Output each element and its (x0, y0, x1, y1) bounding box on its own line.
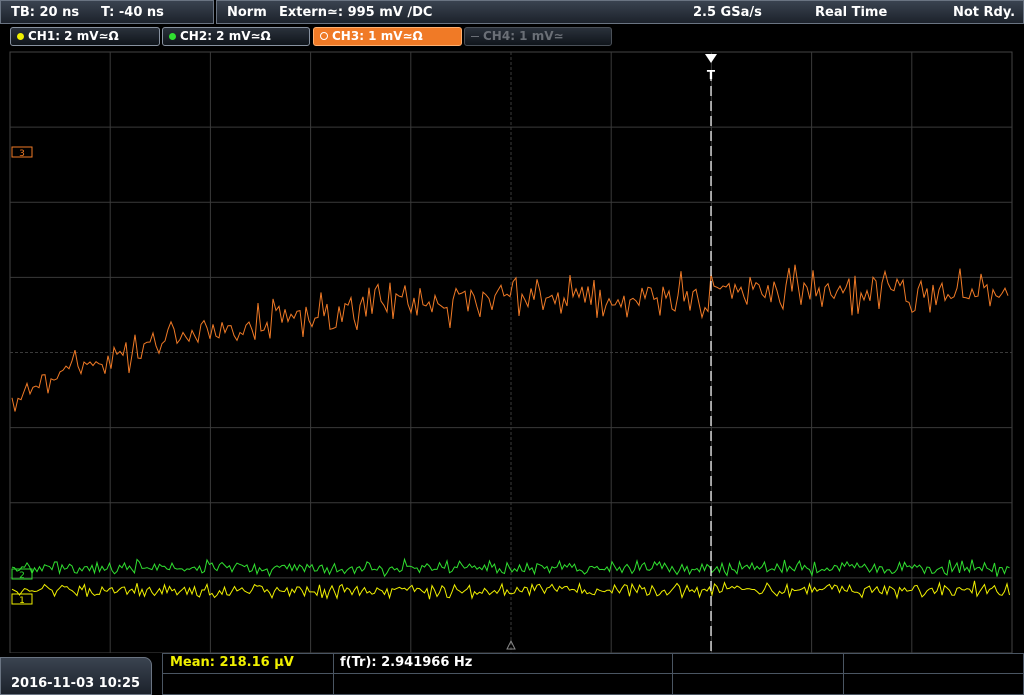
trigger-source[interactable]: Extern≃: 995 mV ∕DC (279, 5, 432, 20)
channel-4-text: CH4: 1 mV≃ (483, 29, 564, 43)
sample-rate[interactable]: 2.5 GSa/s (693, 5, 762, 20)
measurement-cell-3[interactable] (672, 653, 844, 674)
channel-1-label[interactable]: CH1: 2 mV≃Ω (10, 27, 160, 46)
date-time-display[interactable]: 2016-11-03 10:25 (0, 657, 152, 695)
mean-measurement: Mean: 218.16 µV (170, 655, 294, 670)
timebase-panel[interactable]: TB: 20 ns T: -40 ns (0, 0, 214, 24)
channel-1-indicator-icon (17, 33, 24, 40)
measurement-footer: 2016-11-03 10:25 Mean: 218.16 µV f(Tr): … (0, 653, 1024, 695)
channel-3-label[interactable]: CH3: 1 mV≃Ω (313, 27, 462, 46)
measurement-cell-5[interactable] (162, 673, 334, 695)
waveform-display[interactable]: T 3 2 1 (0, 49, 1024, 653)
channel-4-label[interactable]: CH4: 1 mV≃ (464, 27, 612, 46)
timebase-value[interactable]: TB: 20 ns (11, 5, 79, 20)
channel-2-text: CH2: 2 mV≃Ω (180, 29, 271, 43)
measurement-cell-8[interactable] (843, 673, 1024, 695)
acquisition-mode[interactable]: Real Time (815, 5, 887, 20)
channel-1-text: CH1: 2 mV≃Ω (28, 29, 119, 43)
channel-2-indicator-icon (169, 33, 176, 40)
channel-1-ground-marker-text: 1 (19, 596, 25, 606)
channel-3-text: CH3: 1 mV≃Ω (332, 29, 423, 43)
channel-2-ground-marker-text: 2 (19, 571, 25, 581)
trigger-mode[interactable]: Norm (227, 5, 267, 20)
measurement-cell-4[interactable] (843, 653, 1024, 674)
channel-3-ground-marker-text: 3 (19, 149, 25, 159)
trigger-frequency-measurement: f(Tr): 2.941966 Hz (340, 655, 473, 670)
measurement-cell-7[interactable] (672, 673, 844, 695)
channel-labels: CH1: 2 mV≃Ω CH2: 2 mV≃Ω CH3: 1 mV≃Ω CH4:… (0, 25, 1024, 49)
trigger-status-panel[interactable]: Norm Extern≃: 995 mV ∕DC 2.5 GSa/s Real … (216, 0, 1024, 24)
measurement-cell-6[interactable] (333, 673, 673, 695)
channel-2-label[interactable]: CH2: 2 mV≃Ω (162, 27, 310, 46)
channel-4-indicator-icon (471, 36, 479, 37)
trigger-marker-label: T (707, 68, 716, 82)
trigger-time-value[interactable]: T: -40 ns (101, 5, 164, 20)
acquisition-state: Not Rdy. (953, 5, 1016, 20)
channel-3-indicator-icon (320, 32, 328, 40)
